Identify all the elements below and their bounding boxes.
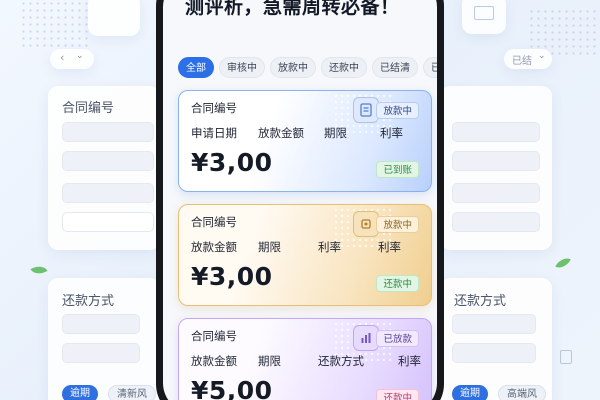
bg-select-right: 已结 ⌄ (504, 49, 552, 69)
field-label: 利率 (398, 354, 421, 368)
bg-chip-style-right: 高端风 (498, 385, 546, 400)
chevron-left-icon: ‹ (60, 51, 65, 64)
bg-field (452, 122, 540, 142)
card-title: 合同编号 (191, 101, 237, 115)
field-label: 期限 (324, 126, 347, 140)
field-label: 放款金额 (191, 240, 237, 254)
card-title: 合同编号 (191, 329, 237, 343)
chevron-down-icon: ⌄ (76, 51, 84, 61)
field-label: 放款金额 (191, 354, 237, 368)
bg-nav-pill-left: ‹ ⌄ (50, 49, 94, 69)
chevron-down-icon: ⌄ (538, 51, 546, 61)
loan-amount: ¥3,00 (191, 262, 273, 291)
field-label: 利率 (380, 126, 403, 140)
bg-field (62, 151, 154, 171)
tab-all[interactable]: 全部 (178, 57, 214, 78)
card-fields: 放款金额 期限 还款方式 利率 (191, 353, 421, 369)
loan-card[interactable]: 合同编号 放款中 申请日期 放款金额 期限 利率 ¥3,00 已到账 (178, 90, 432, 192)
bg-select-label: 已结 (512, 56, 532, 67)
leaf-icon (555, 254, 571, 272)
bg-field (452, 212, 540, 232)
status-badge: 已放款 (376, 330, 419, 347)
bg-field (452, 183, 540, 203)
loan-card[interactable]: 合同编号 放款中 放款金额 期限 利率 利率 ¥3,00 还款中 (178, 204, 432, 306)
loan-card[interactable]: 合同编号 已放款 放款金额 期限 还款方式 利率 ¥5,00 还款中 (178, 318, 432, 400)
bg-panel-top-right (462, 0, 506, 34)
loan-amount: ¥5,00 (191, 376, 273, 400)
field-label: 期限 (258, 240, 281, 254)
status-tabs: 全部 审核中 放款中 还款中 已结清 已逾期 (178, 57, 437, 78)
bg-label-repay-right: 还款方式 (454, 294, 507, 309)
phone-frame: 这5个15天短期借款口子实测评析，急需周转必备！ 全部 审核中 放款中 还款中 … (156, 0, 444, 400)
bg-label-contract: 合同编号 (62, 101, 115, 116)
chip-icon (353, 211, 379, 237)
status-badge: 放款中 (376, 216, 419, 233)
bg-chip-style-left: 清新风 (108, 385, 156, 400)
bg-field (62, 343, 140, 363)
bar-chart-icon (353, 325, 379, 351)
leaf-icon (30, 262, 48, 278)
card-fields: 放款金额 期限 利率 利率 (191, 239, 401, 255)
field-label: 利率 (318, 240, 341, 254)
bg-chip-overdue-right: 逾期 (452, 385, 488, 400)
bg-field (452, 314, 536, 334)
tab-repaying[interactable]: 还款中 (321, 57, 367, 78)
document-icon (560, 350, 572, 364)
bg-dot-grid (20, 0, 90, 50)
page-title: 这5个15天短期借款口子实测评析，急需周转必备！ (185, 0, 400, 18)
tab-overdue[interactable]: 已逾期 (423, 57, 437, 78)
status-badge: 放款中 (376, 102, 419, 119)
bg-field (62, 212, 154, 232)
bg-field (452, 151, 540, 171)
loan-amount: ¥3,00 (191, 148, 273, 177)
bg-chip-overdue-left: 逾期 (62, 385, 98, 400)
bg-field (452, 343, 536, 363)
card-title: 合同编号 (191, 215, 237, 229)
status-badge: 还款中 (376, 389, 419, 400)
document-icon (353, 97, 379, 123)
field-label: 申请日期 (191, 126, 237, 140)
status-badge: 已到账 (376, 161, 419, 178)
tab-reviewing[interactable]: 审核中 (219, 57, 265, 78)
bg-label-repay: 还款方式 (62, 294, 115, 309)
tab-settled[interactable]: 已结清 (372, 57, 418, 78)
envelope-icon (474, 6, 494, 20)
field-label: 还款方式 (318, 354, 364, 368)
field-label: 放款金额 (258, 126, 304, 140)
bg-field (62, 122, 154, 142)
bg-panel-top-left (88, 0, 140, 36)
bg-field (62, 314, 140, 334)
bg-field (62, 183, 154, 203)
phone-screen: 这5个15天短期借款口子实测评析，急需周转必备！ 全部 审核中 放款中 还款中 … (163, 0, 437, 400)
card-fields: 申请日期 放款金额 期限 利率 (191, 125, 403, 141)
field-label: 期限 (258, 354, 281, 368)
tab-disbursing[interactable]: 放款中 (270, 57, 316, 78)
field-label: 利率 (378, 240, 401, 254)
status-badge: 还款中 (376, 275, 419, 292)
